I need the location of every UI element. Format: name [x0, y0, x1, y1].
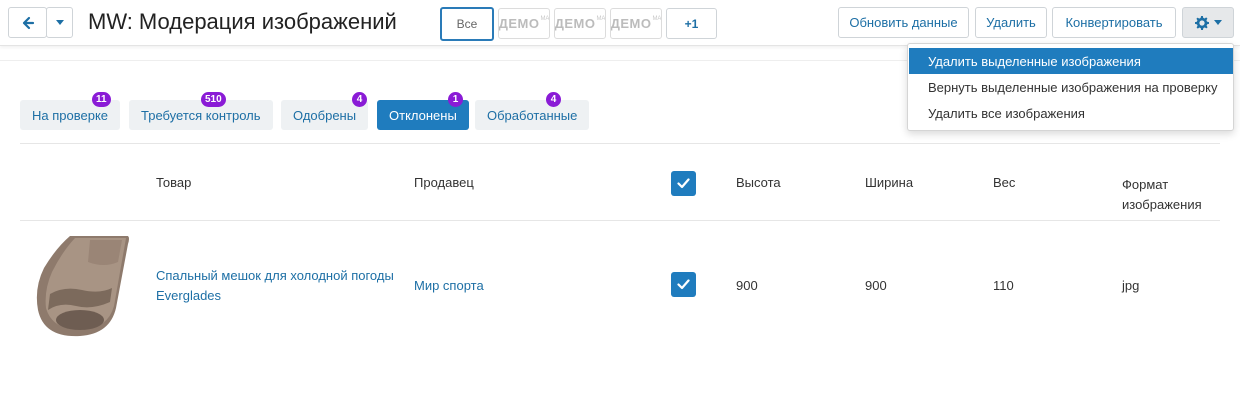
column-header-format-line: изображения — [1122, 197, 1202, 212]
thumbnail-demo-1[interactable]: ДЕМО МА — [498, 8, 550, 39]
demo-watermark: ДЕМО — [610, 16, 652, 31]
select-all-checkbox[interactable] — [671, 171, 696, 196]
thumbnail-all[interactable]: Все — [440, 7, 494, 41]
chevron-down-icon — [55, 20, 64, 25]
gear-icon — [1194, 15, 1209, 30]
tab-on-review[interactable]: На проверке 11 — [20, 92, 121, 130]
tab-count-badge: 510 — [201, 92, 226, 107]
convert-button[interactable]: Конвертировать — [1052, 7, 1176, 38]
tab-count-badge: 4 — [352, 92, 367, 107]
column-header-format: Формат изображения — [1122, 175, 1202, 215]
column-header-format-line: Формат — [1122, 177, 1169, 192]
tab-label: Отклонены — [389, 107, 457, 123]
back-button[interactable] — [8, 7, 47, 38]
tab-approved[interactable]: Одобрены 4 — [281, 92, 369, 130]
product-name-line: Everglades — [156, 288, 222, 303]
table-header-divider — [20, 220, 1220, 221]
tab-label: Требуется контроль — [141, 107, 261, 123]
demo-watermark: ДЕМО — [554, 16, 596, 31]
tab-count-badge: 11 — [92, 92, 111, 107]
seller-link[interactable]: Мир спорта — [414, 278, 484, 293]
more-thumbnails-button[interactable]: +1 — [666, 8, 717, 39]
column-header-height: Высота — [736, 175, 781, 190]
chevron-down-icon — [1213, 20, 1222, 25]
tab-rejected[interactable]: Отклонены 1 — [377, 92, 469, 130]
delete-button[interactable]: Удалить — [975, 7, 1047, 38]
tab-processed[interactable]: Обработанные 4 — [475, 92, 590, 130]
thumbnail-demo-3[interactable]: ДЕМО МА — [610, 8, 662, 39]
demo-watermark-sub: МА — [540, 16, 550, 22]
product-name-link[interactable]: Спальный мешок для холодной погоды Everg… — [156, 266, 394, 306]
column-header-product: Товар — [156, 175, 192, 190]
thumbnail-demo-2[interactable]: ДЕМО МА — [554, 8, 606, 39]
product-name-line: Спальный мешок для холодной погоды — [156, 268, 394, 283]
column-header-weight: Вес — [993, 175, 1016, 190]
settings-dropdown-menu: Удалить выделенные изображения Вернуть в… — [907, 43, 1234, 131]
top-toolbar: MW: Модерация изображений Все ДЕМО МА ДЕМ… — [0, 0, 1240, 46]
table-top-divider — [20, 143, 1220, 144]
checkmark-icon — [677, 279, 690, 290]
product-thumbnail-image[interactable] — [30, 228, 132, 338]
demo-watermark: ДЕМО — [498, 16, 540, 31]
refresh-data-button[interactable]: Обновить данные — [838, 7, 969, 38]
arrow-left-icon — [22, 16, 34, 29]
settings-menu-button[interactable] — [1182, 7, 1234, 38]
tab-count-badge: 1 — [448, 92, 463, 107]
tab-count-badge: 4 — [546, 92, 561, 107]
cell-weight: 110 — [993, 278, 1014, 293]
page-title: MW: Модерация изображений — [88, 9, 397, 34]
menu-item-return-to-review[interactable]: Вернуть выделенные изображения на провер… — [909, 74, 1233, 100]
column-header-width: Ширина — [865, 175, 914, 190]
cell-width: 900 — [865, 278, 887, 293]
back-menu-button[interactable] — [46, 7, 73, 38]
demo-watermark-sub: МА — [652, 16, 662, 22]
tab-label: На проверке — [32, 107, 109, 123]
demo-watermark-sub: МА — [596, 16, 606, 22]
cell-height: 900 — [736, 278, 758, 293]
cell-format: jpg — [1122, 278, 1140, 293]
tab-label: Обработанные — [487, 107, 578, 123]
menu-item-delete-selected[interactable]: Удалить выделенные изображения — [909, 48, 1233, 74]
tab-label: Одобрены — [293, 107, 357, 123]
column-header-seller: Продавец — [414, 175, 474, 190]
menu-item-delete-all[interactable]: Удалить все изображения — [909, 100, 1233, 126]
tab-needs-control[interactable]: Требуется контроль 510 — [129, 92, 273, 130]
row-select-checkbox[interactable] — [671, 272, 696, 297]
checkmark-icon — [677, 178, 690, 189]
